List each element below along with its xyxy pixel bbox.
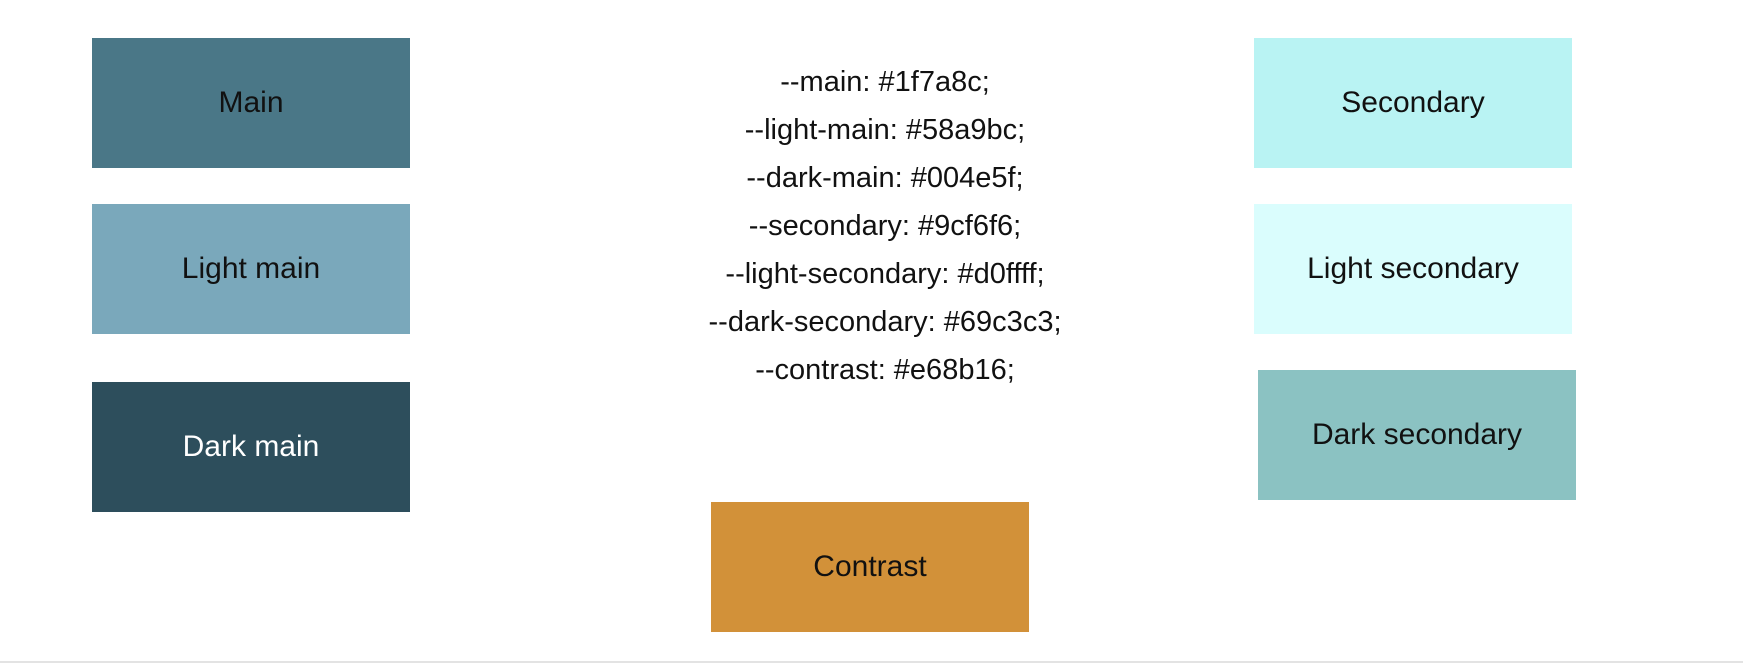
contrast-swatch-label: Contrast	[813, 550, 927, 583]
main-swatch-label: Main	[218, 86, 284, 119]
light-main-swatch-label: Light main	[181, 252, 321, 285]
light-secondary-color-swatch: Light secondary	[1254, 204, 1572, 334]
dark-secondary-color-swatch: Dark secondary	[1258, 370, 1576, 500]
css-variable-light-secondary: --light-secondary: #d0ffff;	[725, 258, 1045, 290]
css-variable-dark-main: --dark-main: #004e5f;	[746, 162, 1024, 194]
css-variable-dark-secondary: --dark-secondary: #69c3c3;	[708, 306, 1062, 338]
dark-secondary-swatch-label: Dark secondary	[1311, 418, 1523, 451]
dark-main-swatch-label: Dark main	[182, 430, 320, 463]
light-main-color-swatch: Light main	[92, 204, 410, 334]
css-variable-list: --main: #1f7a8c; --light-main: #58a9bc; …	[560, 58, 1210, 394]
css-variable-main: --main: #1f7a8c;	[780, 66, 990, 98]
css-variable-secondary: --secondary: #9cf6f6;	[748, 210, 1022, 242]
secondary-swatch-label: Secondary	[1341, 86, 1485, 119]
contrast-color-swatch: Contrast	[711, 502, 1029, 632]
css-variable-light-main: --light-main: #58a9bc;	[744, 114, 1026, 146]
main-color-swatch: Main	[92, 38, 410, 168]
secondary-color-swatch: Secondary	[1254, 38, 1572, 168]
light-secondary-swatch-label: Light secondary	[1307, 252, 1519, 285]
css-variable-contrast: --contrast: #e68b16;	[755, 354, 1015, 386]
dark-main-color-swatch: Dark main	[92, 382, 410, 512]
bottom-divider	[0, 661, 1743, 663]
